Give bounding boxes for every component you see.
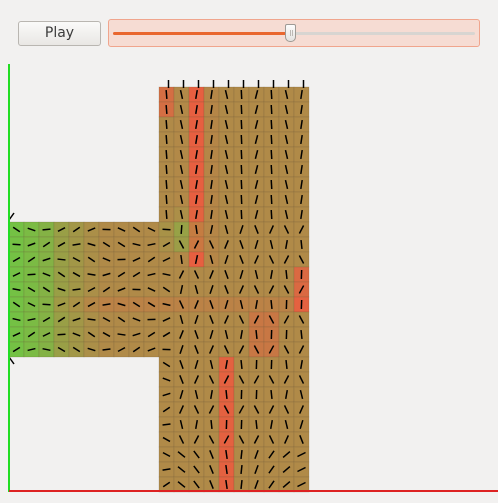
flow-vector [165, 179, 168, 190]
flow-vector [165, 89, 168, 100]
flow-vector [180, 224, 183, 235]
flow-vector [102, 348, 111, 351]
flow-vector [240, 479, 243, 490]
flow-vector [42, 228, 51, 231]
flow-vector [225, 389, 228, 400]
flow-vector [72, 288, 81, 291]
flow-vector [165, 119, 168, 130]
flow-vector [210, 419, 213, 430]
flow-vector [87, 318, 96, 321]
flow-vector [270, 134, 273, 145]
flow-vector [300, 329, 303, 340]
flow-vector [270, 179, 273, 190]
slider-handle[interactable] [285, 24, 297, 42]
time-slider[interactable] [108, 19, 480, 47]
flow-vector [240, 359, 243, 370]
flow-vector [240, 464, 243, 475]
flow-vector [162, 423, 171, 426]
slider-fill [113, 32, 292, 35]
flow-vector [165, 104, 168, 115]
flow-vector [285, 269, 288, 280]
flow-vector [270, 104, 273, 115]
flow-vector [285, 359, 288, 370]
flow-vector [165, 209, 168, 220]
flow-vector [165, 164, 168, 175]
flow-vector [270, 299, 273, 310]
flow-vector [255, 419, 258, 430]
flow-vector [270, 209, 273, 220]
flow-vector [165, 149, 168, 160]
toolbar: Play [0, 0, 498, 60]
flow-vector [12, 243, 21, 246]
flow-vector [240, 449, 243, 460]
flow-vector [270, 89, 273, 100]
flow-vector [165, 134, 168, 145]
flow-vector [270, 389, 273, 400]
flow-vector [255, 329, 258, 340]
flow-vector [165, 194, 168, 205]
play-button[interactable]: Play [18, 21, 101, 46]
flow-vector [270, 119, 273, 130]
flow-vector [57, 258, 66, 261]
flow-vector [42, 303, 51, 306]
grid-cells [8, 86, 310, 493]
flow-vector [300, 239, 303, 250]
flow-vector [270, 149, 273, 160]
flow-vector [270, 194, 273, 205]
flow-vector [162, 228, 171, 231]
simulation-canvas [8, 64, 498, 493]
flow-vector [270, 164, 273, 175]
flow-vector [27, 273, 36, 276]
